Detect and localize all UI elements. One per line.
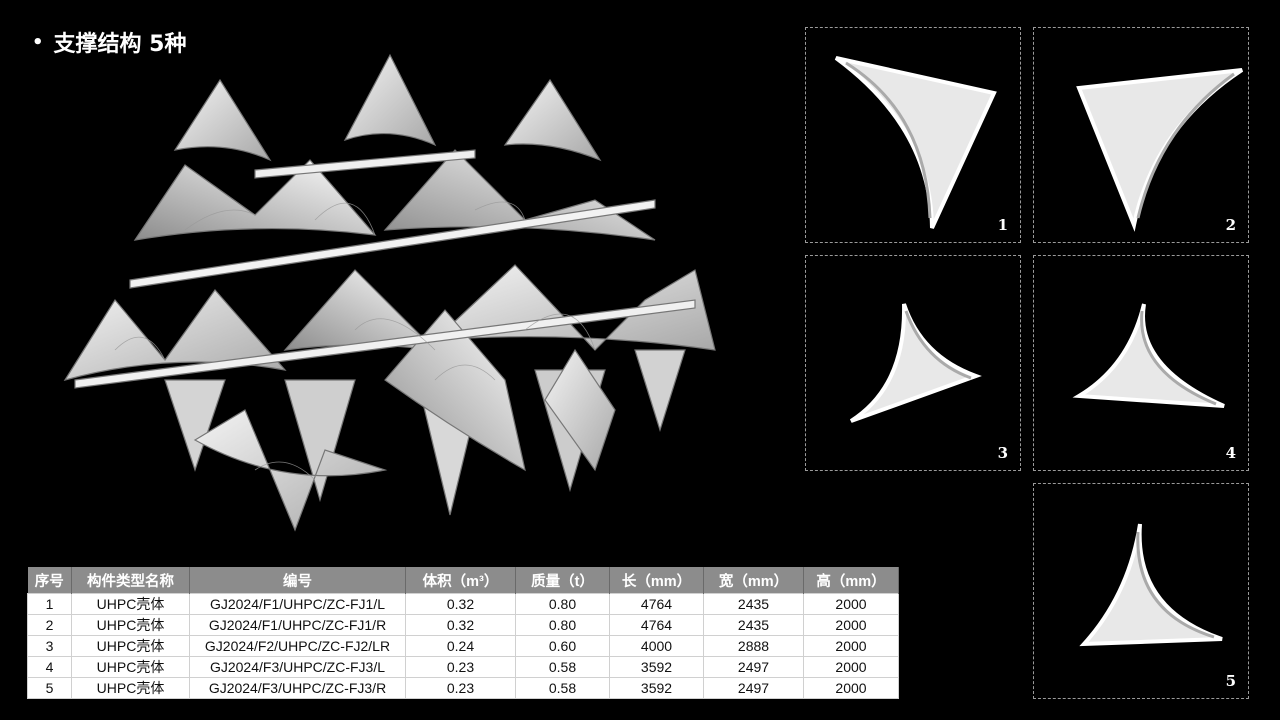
bullet-icon: • (32, 31, 44, 53)
header-volume: 体积（m³） (405, 567, 516, 594)
cell: 0.24 (405, 635, 516, 657)
table-row: 4 UHPC壳体 GJ2024/F3/UHPC/ZC-FJ3/L 0.23 0.… (27, 656, 899, 678)
cell: 3592 (609, 677, 704, 699)
component-panel-2: 2 (1033, 27, 1249, 243)
cell: GJ2024/F1/UHPC/ZC-FJ1/R (189, 614, 406, 636)
cell: 0.23 (405, 656, 516, 678)
component-panel-1: 1 (805, 27, 1021, 243)
shell-piece-1 (834, 56, 997, 229)
shell-piece-4 (1072, 303, 1225, 408)
cell: 2888 (703, 635, 804, 657)
cell: 2000 (803, 656, 899, 678)
table-header-row: 序号 构件类型名称 编号 体积（m³） 质量（t） 长（mm） 宽（mm） 高（… (27, 567, 899, 594)
cell: 2 (27, 614, 72, 636)
spec-table: 序号 构件类型名称 编号 体积（m³） 质量（t） 长（mm） 宽（mm） 高（… (27, 567, 899, 699)
cell: 2435 (703, 614, 804, 636)
component-panel-3: 3 (805, 255, 1021, 471)
cell: 2497 (703, 677, 804, 699)
cell: UHPC壳体 (71, 593, 190, 615)
cell: 4764 (609, 614, 704, 636)
header-type: 构件类型名称 (71, 567, 190, 594)
header-code: 编号 (189, 567, 406, 594)
cell: 0.32 (405, 593, 516, 615)
cell: 0.58 (515, 677, 610, 699)
structure-render (63, 53, 716, 532)
header-length: 长（mm） (609, 567, 704, 594)
panel-number: 4 (1225, 444, 1236, 462)
panel-number: 5 (1225, 672, 1236, 690)
table-row: 1 UHPC壳体 GJ2024/F1/UHPC/ZC-FJ1/L 0.32 0.… (27, 593, 899, 615)
cell: 2000 (803, 635, 899, 657)
component-panel-4: 4 (1033, 255, 1249, 471)
cell: GJ2024/F3/UHPC/ZC-FJ3/R (189, 677, 406, 699)
component-panel-5: 5 (1033, 483, 1249, 699)
cell: 4764 (609, 593, 704, 615)
shell-piece-5 (1079, 523, 1223, 647)
cell: 4000 (609, 635, 704, 657)
cell: UHPC壳体 (71, 614, 190, 636)
cell: 0.60 (515, 635, 610, 657)
cell: 5 (27, 677, 72, 699)
cell: GJ2024/F2/UHPC/ZC-FJ2/LR (189, 635, 406, 657)
cell: 2497 (703, 656, 804, 678)
panel-number: 3 (997, 444, 1008, 462)
panel-number: 1 (997, 216, 1008, 234)
cell: 3 (27, 635, 72, 657)
cell: GJ2024/F1/UHPC/ZC-FJ1/L (189, 593, 406, 615)
cell: 2000 (803, 677, 899, 699)
cell: 0.80 (515, 614, 610, 636)
cell: 0.32 (405, 614, 516, 636)
cell: 4 (27, 656, 72, 678)
cell: 2000 (803, 614, 899, 636)
cell: 2435 (703, 593, 804, 615)
cell: UHPC壳体 (71, 677, 190, 699)
shell-piece-2 (1076, 68, 1244, 232)
panel-number: 2 (1225, 216, 1236, 234)
cell: 2000 (803, 593, 899, 615)
table-row: 3 UHPC壳体 GJ2024/F2/UHPC/ZC-FJ2/LR 0.24 0… (27, 635, 899, 657)
header-mass: 质量（t） (515, 567, 610, 594)
cell: 0.80 (515, 593, 610, 615)
table-row: 2 UHPC壳体 GJ2024/F1/UHPC/ZC-FJ1/R 0.32 0.… (27, 614, 899, 636)
cell: 0.23 (405, 677, 516, 699)
cell: UHPC壳体 (71, 656, 190, 678)
header-index: 序号 (27, 567, 72, 594)
cell: UHPC壳体 (71, 635, 190, 657)
cell: GJ2024/F3/UHPC/ZC-FJ3/L (189, 656, 406, 678)
cell: 3592 (609, 656, 704, 678)
header-height: 高（mm） (803, 567, 899, 594)
shell-piece-3 (849, 303, 982, 423)
table-row: 5 UHPC壳体 GJ2024/F3/UHPC/ZC-FJ3/R 0.23 0.… (27, 677, 899, 699)
cell: 1 (27, 593, 72, 615)
cell: 0.58 (515, 656, 610, 678)
header-width: 宽（mm） (703, 567, 804, 594)
